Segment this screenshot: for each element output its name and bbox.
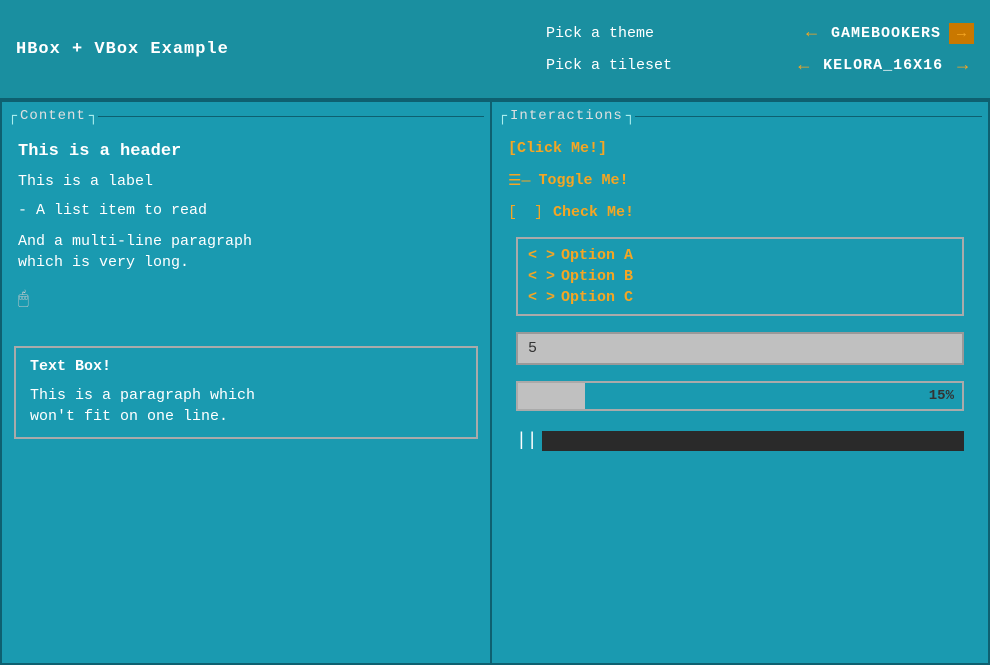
left-panel-title: Content [20, 108, 86, 124]
app-title-text: HBox + VBox Example [16, 40, 229, 59]
option-a-label: Option A [561, 247, 633, 264]
checkbox-label[interactable]: Check Me! [553, 204, 634, 221]
theme-picker-row: Pick a theme ← GAMEBOOKERS → [530, 17, 990, 50]
left-panel: ┌ Content ┐ This is a header This is a l… [2, 102, 492, 663]
content-paragraph: And a multi-line paragraph which is very… [18, 231, 474, 273]
theme-label: Pick a theme [546, 25, 792, 42]
option-a-arrows: < > [528, 247, 555, 264]
option-b-label: Option B [561, 268, 633, 285]
toggle-icon: ☰— [508, 171, 530, 190]
right-panel-title: Interactions [510, 108, 623, 124]
scrollbar-row: || [516, 427, 964, 455]
option-b-arrows: < > [528, 268, 555, 285]
progress-bar: 15% [516, 381, 964, 411]
tileset-label: Pick a tileset [546, 57, 784, 74]
tileset-picker-row: Pick a tileset ← KELORA_16X16 → [530, 50, 990, 82]
pickers: Pick a theme ← GAMEBOOKERS → Pick a tile… [530, 0, 990, 98]
right-corner-tr-icon: ┐ [626, 108, 635, 125]
theme-next-button[interactable]: → [949, 23, 974, 44]
checkbox-open: [ [508, 204, 517, 221]
option-c-arrows: < > [528, 289, 555, 306]
cursor-icon: 🖱 [18, 289, 474, 310]
right-panel-hline [635, 116, 982, 117]
main-area: ┌ Content ┐ This is a header This is a l… [0, 100, 990, 665]
left-panel-content: This is a header This is a label - A lis… [2, 130, 490, 338]
interactions-content: [Click Me!] ☰— Toggle Me! [ ] Check Me! … [492, 130, 988, 465]
option-c-label: Option C [561, 289, 633, 306]
scrollbar-track[interactable] [542, 431, 964, 451]
right-panel: ┌ Interactions ┐ [Click Me!] ☰— Toggle M… [492, 102, 988, 663]
app-title: HBox + VBox Example [0, 0, 245, 98]
right-panel-titlebar: ┌ Interactions ┐ [492, 102, 988, 130]
content-label: This is a label [18, 173, 474, 190]
paragraph-line2: which is very long. [18, 254, 189, 271]
theme-value: GAMEBOOKERS [831, 25, 941, 42]
checkbox-close: ] [534, 204, 543, 221]
left-panel-titlebar: ┌ Content ┐ [2, 102, 490, 130]
option-item-b[interactable]: < > Option B [528, 266, 952, 287]
checkbox-space [521, 204, 530, 221]
text-box: Text Box! This is a paragraph which won'… [14, 346, 478, 439]
right-corner-tl-icon: ┌ [498, 108, 507, 125]
options-box: < > Option A < > Option B < > Option C [516, 237, 964, 316]
left-panel-hline [98, 116, 484, 117]
option-item-a[interactable]: < > Option A [528, 245, 952, 266]
progress-label: 15% [929, 388, 954, 404]
toggle-row: ☰— Toggle Me! [508, 171, 972, 190]
content-header: This is a header [18, 142, 474, 161]
content-list-item: - A list item to read [18, 202, 474, 219]
top-bar: HBox + VBox Example Pick a theme ← GAMEB… [0, 0, 990, 100]
number-input-row [516, 332, 964, 365]
theme-prev-button[interactable]: ← [800, 23, 823, 43]
textbox-line2: won't fit on one line. [30, 408, 228, 425]
progress-fill [518, 383, 585, 409]
click-me-button[interactable]: [Click Me!] [508, 140, 607, 157]
text-box-title: Text Box! [30, 358, 462, 375]
checkbox-row: [ ] Check Me! [508, 204, 972, 221]
toggle-label[interactable]: Toggle Me! [538, 172, 628, 189]
tileset-next-button[interactable]: → [951, 56, 974, 76]
tileset-prev-button[interactable]: ← [792, 56, 815, 76]
tileset-value: KELORA_16X16 [823, 57, 943, 74]
number-input[interactable] [516, 332, 964, 365]
scrollbar-handle-icon: || [516, 431, 538, 451]
corner-tr-icon: ┐ [89, 108, 98, 125]
text-box-body: This is a paragraph which won't fit on o… [30, 385, 462, 427]
corner-tl-icon: ┌ [8, 108, 17, 125]
paragraph-line1: And a multi-line paragraph [18, 233, 252, 250]
textbox-line1: This is a paragraph which [30, 387, 255, 404]
option-item-c[interactable]: < > Option C [528, 287, 952, 308]
